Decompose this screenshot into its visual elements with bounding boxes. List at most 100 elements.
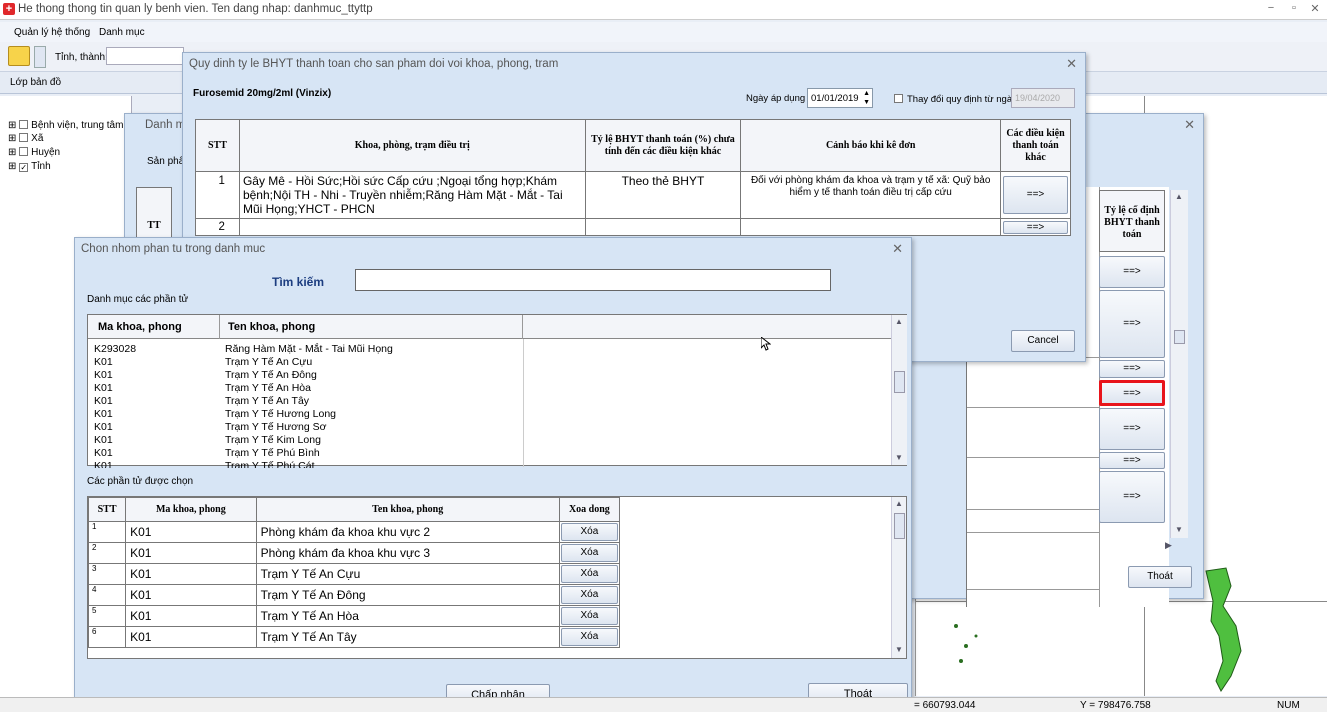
vertical-scrollbar[interactable]: ▲ ▼ — [1170, 190, 1188, 538]
list-item[interactable]: K01 Trạm Y Tế Phú Bình — [94, 447, 892, 460]
checkbox[interactable] — [19, 133, 29, 142]
scroll-up-icon[interactable]: ▲ — [895, 317, 903, 326]
expand-icon[interactable]: ⊞ — [8, 120, 16, 131]
table-row[interactable]: 1 Gây Mê - Hồi Sức;Hồi sức Cấp cứu ;Ngoạ… — [195, 171, 1071, 219]
search-label: Tìm kiếm — [272, 275, 325, 289]
scroll-thumb[interactable] — [894, 371, 905, 393]
tree-item-hospital[interactable]: ⊞ Bệnh viện, trung tâm — [8, 120, 123, 131]
rule-table: STT Khoa, phòng, trạm điều trị Tỷ lệ BHY… — [195, 119, 1071, 236]
expand-icon[interactable]: ⊞ — [8, 161, 16, 172]
list-item[interactable]: K01 Trạm Y Tế Kim Long — [94, 434, 892, 447]
list-item[interactable]: K01 Trạm Y Tế Hương Sơ — [94, 421, 892, 434]
menu-item-catalog[interactable]: Danh mục — [99, 27, 145, 38]
rate-arrow-button[interactable]: ==> — [1099, 360, 1165, 378]
delete-row-button[interactable]: Xóa — [560, 607, 618, 625]
spinner-icon[interactable]: ▲ ▼ — [863, 89, 870, 107]
col-header-name: Ten khoa, phong — [255, 497, 560, 522]
col-header-name: Ten khoa, phong — [228, 321, 316, 333]
table-row[interactable]: 4 K01 Trạm Y Tế An Đông Xóa — [88, 584, 621, 606]
delete-row-button[interactable]: Xóa — [560, 565, 618, 583]
close-icon[interactable]: ✕ — [1066, 56, 1077, 72]
list-item[interactable]: K01 Trạm Y Tế An Cựu — [94, 356, 892, 369]
dialog-title: Chon nhom phan tu trong danh muc — [81, 243, 266, 255]
table-row[interactable]: 2 ==> — [195, 218, 1071, 236]
tree-item-commune[interactable]: ⊞ Xã — [8, 133, 43, 144]
tools-icon[interactable] — [8, 46, 30, 66]
dropdown-arrow-icon[interactable] — [34, 46, 46, 68]
close-icon[interactable]: ✕ — [892, 241, 903, 257]
menu-item-system[interactable]: Quản lý hệ thống — [14, 27, 90, 38]
delete-row-button[interactable]: Xóa — [560, 628, 618, 646]
list-item[interactable]: K01 Trạm Y Tế An Hòa — [94, 382, 892, 395]
table-row[interactable]: 1 K01 Phòng khám đa khoa khu vực 2 Xóa — [88, 521, 621, 543]
selected-label: Các phần tử được chọn — [87, 476, 194, 487]
expand-icon[interactable]: ⊞ — [8, 147, 16, 158]
checkbox-checked[interactable]: ✓ — [19, 163, 29, 172]
maximize-button[interactable]: ▫ — [1285, 2, 1303, 14]
conditions-arrow-button[interactable]: ==> — [1003, 220, 1068, 234]
dialog-title: Quy dinh ty le BHYT thanh toan cho san p… — [189, 58, 559, 70]
catalog-rows: K293028 Răng Hàm Mặt - Mắt - Tai Mũi Họng… — [94, 343, 892, 468]
change-date-field: 19/04/2020 — [1011, 88, 1075, 108]
list-item[interactable]: K293028 Răng Hàm Mặt - Mắt - Tai Mũi Họng — [94, 343, 892, 356]
status-num-lock: NUM — [1277, 700, 1300, 711]
tree-item-district[interactable]: ⊞ Huyện — [8, 147, 60, 158]
col-header-stt: STT — [195, 119, 240, 172]
province-select[interactable] — [106, 47, 184, 65]
cancel-button[interactable]: Cancel — [1011, 330, 1075, 352]
vietnam-map-shape — [1205, 567, 1242, 692]
table-row[interactable]: 2 K01 Phòng khám đa khoa khu vực 3 Xóa — [88, 542, 621, 564]
island-shapes — [954, 624, 978, 663]
rate-arrow-button[interactable]: ==> — [1099, 452, 1165, 469]
delete-row-button[interactable]: Xóa — [560, 523, 618, 541]
scroll-down-icon[interactable]: ▼ — [895, 453, 903, 462]
scroll-right-icon[interactable]: ▶ — [1165, 540, 1172, 551]
scroll-thumb[interactable] — [894, 513, 905, 539]
list-item[interactable]: K01 Trạm Y Tế An Đông — [94, 369, 892, 382]
close-app-button[interactable]: ✕ — [1306, 2, 1324, 15]
list-item[interactable]: K01 Trạm Y Tế Hương Long — [94, 408, 892, 421]
menu-bar: Quản lý hệ thống Danh mục — [0, 22, 1327, 42]
scroll-thumb[interactable] — [1174, 330, 1185, 344]
select-group-dialog: Chon nhom phan tu trong danh muc ✕ Tìm k… — [74, 237, 912, 710]
minimize-button[interactable]: − — [1262, 2, 1280, 14]
checkbox[interactable] — [19, 147, 29, 156]
scroll-down-icon[interactable]: ▼ — [895, 645, 903, 654]
rate-arrow-button[interactable]: ==> — [1099, 471, 1165, 523]
conditions-arrow-button[interactable]: ==> — [1003, 176, 1068, 214]
catalog-label: Danh mục các phần tử — [87, 294, 189, 305]
expand-icon[interactable]: ⊞ — [8, 133, 16, 144]
apply-date-field[interactable]: 01/01/2019 ▲ ▼ — [807, 88, 873, 108]
layer-label: Lớp bản đồ — [10, 77, 62, 88]
col-header-conditions: Các điều kiện thanh toán khác — [1000, 119, 1071, 172]
table-row[interactable]: 5 K01 Trạm Y Tế An Hòa Xóa — [88, 605, 621, 627]
rate-arrow-button-highlighted[interactable]: ==> — [1099, 380, 1165, 406]
status-y-coordinate: Y = 798476.758 — [1080, 700, 1151, 711]
change-rule-label: Thay đổi quy định từ ngày — [907, 94, 1017, 105]
delete-row-button[interactable]: Xóa — [560, 586, 618, 604]
app-titlebar: + He thong thong tin quan ly benh vien. … — [0, 0, 1327, 20]
list-item[interactable]: K01 Trạm Y Tế Phú Cát — [94, 460, 892, 468]
rate-arrow-button[interactable]: ==> — [1099, 408, 1165, 450]
table-row[interactable]: 6 K01 Trạm Y Tế An Tây Xóa — [88, 626, 621, 648]
list-item[interactable]: K01 Trạm Y Tế An Tây — [94, 395, 892, 408]
selected-grid-container: STT Ma khoa, phong Ten khoa, phong Xoa d… — [87, 496, 907, 659]
app-title: He thong thong tin quan ly benh vien. Te… — [18, 3, 373, 15]
change-rule-checkbox[interactable] — [894, 94, 903, 103]
rate-arrow-button[interactable]: ==> — [1099, 256, 1165, 288]
table-row[interactable]: 3 K01 Trạm Y Tế An Cựu Xóa — [88, 563, 621, 585]
close-icon[interactable]: ✕ — [1184, 117, 1195, 133]
checkbox[interactable] — [19, 120, 29, 129]
tree-item-province[interactable]: ⊞ ✓ Tỉnh — [8, 161, 51, 172]
rate-arrow-button[interactable]: ==> — [1099, 290, 1165, 358]
delete-row-button[interactable]: Xóa — [560, 544, 618, 562]
drug-name: Furosemid 20mg/2ml (Vinzix) — [193, 88, 332, 99]
scroll-up-icon[interactable]: ▲ — [895, 499, 903, 508]
catalog-scrollbar[interactable]: ▲ ▼ — [891, 315, 907, 465]
search-input[interactable] — [355, 269, 831, 291]
exit-button[interactable]: Thoát — [1128, 566, 1192, 588]
col-header-warning: Cảnh báo khi kê đơn — [740, 119, 1002, 172]
selected-scrollbar[interactable]: ▲ ▼ — [891, 497, 906, 658]
col-header-delete: Xoa dong — [558, 497, 621, 522]
status-bar: = 660793.044 Y = 798476.758 NUM — [0, 697, 1327, 712]
